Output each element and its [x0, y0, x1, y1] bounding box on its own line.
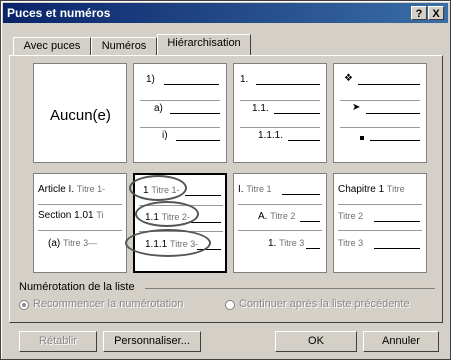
restart-numbering-radio[interactable] — [19, 300, 29, 310]
continue-numbering-radio[interactable] — [225, 300, 235, 310]
style-roman-letter[interactable]: I. Titre 1 A. Titre 2 1. Titre 3 — [233, 173, 327, 273]
style-paren-numbers[interactable]: 1) a) i) — [133, 63, 227, 163]
style-article-section[interactable]: Article I. Titre 1- Section 1.01 Ti (a) … — [33, 173, 127, 273]
square-bullet-icon — [360, 136, 364, 140]
style-chapter[interactable]: Chapitre 1 Titre Titre 2 Titre 3 — [333, 173, 427, 273]
tab-numbers[interactable]: Numéros — [91, 37, 157, 56]
highlight-ellipse-1 — [129, 175, 187, 201]
continue-numbering-label: Continuer après la liste précédente — [239, 298, 410, 310]
style-decimal-hierarchy[interactable]: 1. 1.1. 1.1.1. — [233, 63, 327, 163]
arrow-bullet-icon: ➤ — [352, 102, 361, 113]
title-bar: Puces et numéros ? X — [3, 3, 448, 23]
style-none[interactable]: Aucun(e) — [33, 63, 127, 163]
ok-button[interactable]: OK — [275, 331, 357, 352]
help-button[interactable]: ? — [411, 6, 427, 20]
close-button[interactable]: X — [428, 6, 444, 20]
customize-button[interactable]: Personnaliser... — [103, 331, 201, 352]
tab-hierarchy[interactable]: Hiérarchisation — [157, 34, 251, 56]
restart-numbering-label: Recommencer la numérotation — [33, 298, 184, 310]
numbering-group-label: Numérotation de la liste — [19, 281, 135, 293]
style-symbol-bullets[interactable]: ❖ ➤ — [333, 63, 427, 163]
dialog-title: Puces et numéros — [7, 6, 111, 20]
cancel-button[interactable]: Annuler — [363, 331, 439, 352]
diamond-bullet-icon: ❖ — [344, 73, 353, 84]
tab-bullets[interactable]: Avec puces — [13, 37, 91, 56]
none-label: Aucun(e) — [50, 107, 111, 124]
highlight-ellipse-3 — [125, 229, 211, 257]
reset-button[interactable]: Rétablir — [19, 331, 97, 352]
highlight-ellipse-2 — [135, 201, 199, 227]
bullets-numbering-dialog: Puces et numéros ? X Avec puces Numéros … — [0, 0, 451, 360]
